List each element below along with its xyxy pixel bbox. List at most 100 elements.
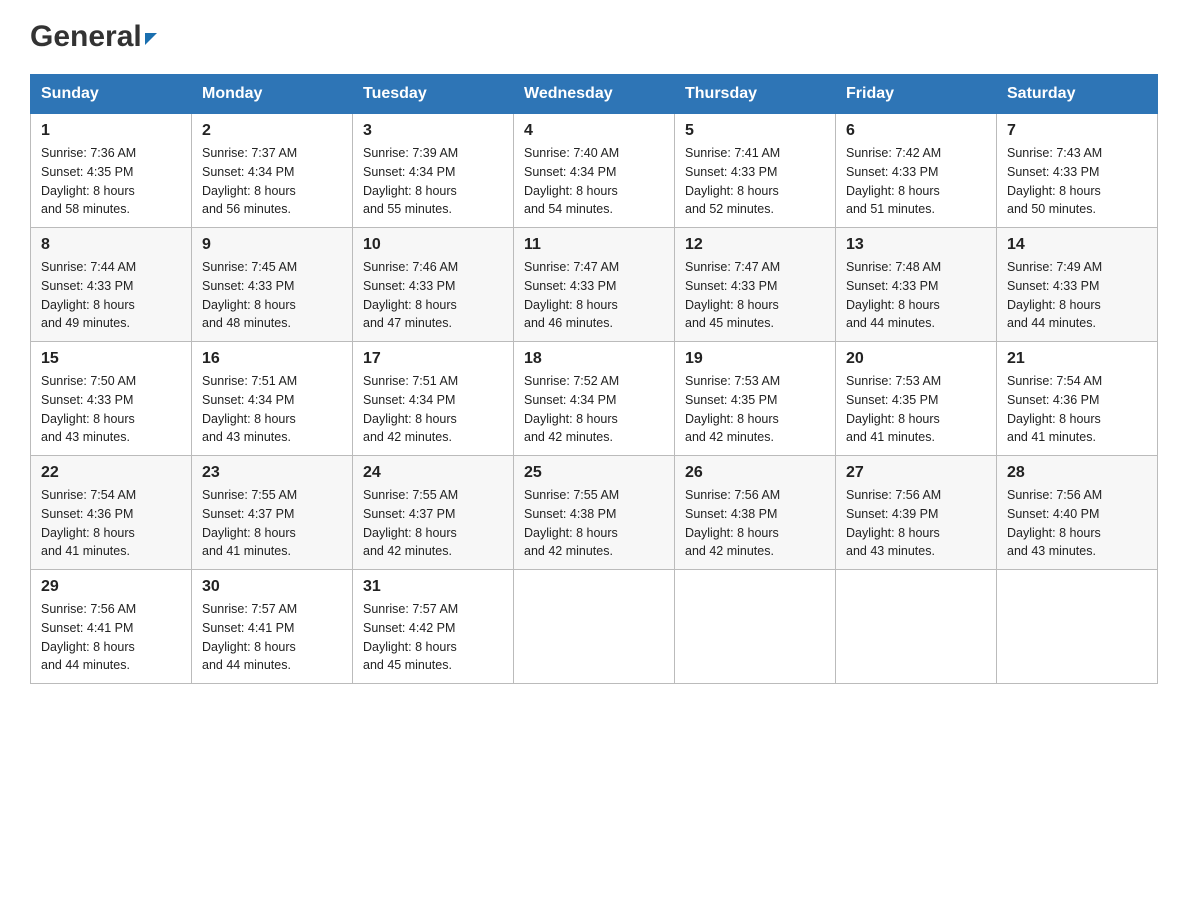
day-info: Sunrise: 7:56 AM Sunset: 4:41 PM Dayligh… [41,600,181,675]
calendar-cell: 12 Sunrise: 7:47 AM Sunset: 4:33 PM Dayl… [675,228,836,342]
calendar-cell: 17 Sunrise: 7:51 AM Sunset: 4:34 PM Dayl… [353,342,514,456]
day-number: 27 [846,464,986,482]
calendar-cell: 11 Sunrise: 7:47 AM Sunset: 4:33 PM Dayl… [514,228,675,342]
day-number: 31 [363,578,503,596]
calendar-cell: 23 Sunrise: 7:55 AM Sunset: 4:37 PM Dayl… [192,456,353,570]
week-row-5: 29 Sunrise: 7:56 AM Sunset: 4:41 PM Dayl… [31,570,1158,684]
day-number: 8 [41,236,181,254]
col-header-wednesday: Wednesday [514,75,675,114]
day-number: 26 [685,464,825,482]
week-row-2: 8 Sunrise: 7:44 AM Sunset: 4:33 PM Dayli… [31,228,1158,342]
calendar-cell: 20 Sunrise: 7:53 AM Sunset: 4:35 PM Dayl… [836,342,997,456]
day-info: Sunrise: 7:47 AM Sunset: 4:33 PM Dayligh… [685,258,825,333]
calendar-cell: 15 Sunrise: 7:50 AM Sunset: 4:33 PM Dayl… [31,342,192,456]
col-header-friday: Friday [836,75,997,114]
day-info: Sunrise: 7:40 AM Sunset: 4:34 PM Dayligh… [524,144,664,219]
logo-triangle-icon [145,33,157,45]
day-info: Sunrise: 7:56 AM Sunset: 4:40 PM Dayligh… [1007,486,1147,561]
col-header-saturday: Saturday [997,75,1158,114]
calendar-cell [836,570,997,684]
calendar-cell: 7 Sunrise: 7:43 AM Sunset: 4:33 PM Dayli… [997,114,1158,228]
day-number: 6 [846,122,986,140]
calendar-cell [997,570,1158,684]
day-info: Sunrise: 7:53 AM Sunset: 4:35 PM Dayligh… [846,372,986,447]
day-number: 9 [202,236,342,254]
calendar-cell: 13 Sunrise: 7:48 AM Sunset: 4:33 PM Dayl… [836,228,997,342]
day-info: Sunrise: 7:52 AM Sunset: 4:34 PM Dayligh… [524,372,664,447]
day-number: 3 [363,122,503,140]
calendar-cell: 21 Sunrise: 7:54 AM Sunset: 4:36 PM Dayl… [997,342,1158,456]
day-info: Sunrise: 7:51 AM Sunset: 4:34 PM Dayligh… [202,372,342,447]
day-info: Sunrise: 7:44 AM Sunset: 4:33 PM Dayligh… [41,258,181,333]
day-number: 19 [685,350,825,368]
day-number: 20 [846,350,986,368]
day-number: 24 [363,464,503,482]
day-info: Sunrise: 7:54 AM Sunset: 4:36 PM Dayligh… [1007,372,1147,447]
calendar-cell: 10 Sunrise: 7:46 AM Sunset: 4:33 PM Dayl… [353,228,514,342]
day-number: 5 [685,122,825,140]
week-row-3: 15 Sunrise: 7:50 AM Sunset: 4:33 PM Dayl… [31,342,1158,456]
calendar-cell: 5 Sunrise: 7:41 AM Sunset: 4:33 PM Dayli… [675,114,836,228]
day-info: Sunrise: 7:42 AM Sunset: 4:33 PM Dayligh… [846,144,986,219]
day-number: 17 [363,350,503,368]
day-number: 15 [41,350,181,368]
day-info: Sunrise: 7:37 AM Sunset: 4:34 PM Dayligh… [202,144,342,219]
day-number: 22 [41,464,181,482]
calendar-cell [675,570,836,684]
week-row-1: 1 Sunrise: 7:36 AM Sunset: 4:35 PM Dayli… [31,114,1158,228]
week-row-4: 22 Sunrise: 7:54 AM Sunset: 4:36 PM Dayl… [31,456,1158,570]
calendar-cell: 1 Sunrise: 7:36 AM Sunset: 4:35 PM Dayli… [31,114,192,228]
day-info: Sunrise: 7:54 AM Sunset: 4:36 PM Dayligh… [41,486,181,561]
calendar-cell: 14 Sunrise: 7:49 AM Sunset: 4:33 PM Dayl… [997,228,1158,342]
day-number: 16 [202,350,342,368]
calendar-cell: 29 Sunrise: 7:56 AM Sunset: 4:41 PM Dayl… [31,570,192,684]
logo-general-text: General [30,20,142,54]
day-info: Sunrise: 7:51 AM Sunset: 4:34 PM Dayligh… [363,372,503,447]
calendar-cell: 26 Sunrise: 7:56 AM Sunset: 4:38 PM Dayl… [675,456,836,570]
calendar-cell: 27 Sunrise: 7:56 AM Sunset: 4:39 PM Dayl… [836,456,997,570]
day-info: Sunrise: 7:55 AM Sunset: 4:38 PM Dayligh… [524,486,664,561]
day-number: 1 [41,122,181,140]
day-number: 11 [524,236,664,254]
day-info: Sunrise: 7:55 AM Sunset: 4:37 PM Dayligh… [363,486,503,561]
calendar-cell: 31 Sunrise: 7:57 AM Sunset: 4:42 PM Dayl… [353,570,514,684]
col-header-monday: Monday [192,75,353,114]
col-header-sunday: Sunday [31,75,192,114]
day-info: Sunrise: 7:53 AM Sunset: 4:35 PM Dayligh… [685,372,825,447]
page-header: General [30,20,1158,54]
day-info: Sunrise: 7:45 AM Sunset: 4:33 PM Dayligh… [202,258,342,333]
calendar-table: SundayMondayTuesdayWednesdayThursdayFrid… [30,74,1158,684]
day-number: 25 [524,464,664,482]
calendar-cell: 4 Sunrise: 7:40 AM Sunset: 4:34 PM Dayli… [514,114,675,228]
day-info: Sunrise: 7:56 AM Sunset: 4:38 PM Dayligh… [685,486,825,561]
day-number: 23 [202,464,342,482]
col-header-tuesday: Tuesday [353,75,514,114]
logo: General [30,20,157,54]
calendar-cell: 24 Sunrise: 7:55 AM Sunset: 4:37 PM Dayl… [353,456,514,570]
col-header-thursday: Thursday [675,75,836,114]
logo-text: General [30,20,157,54]
calendar-header-row: SundayMondayTuesdayWednesdayThursdayFrid… [31,75,1158,114]
day-number: 7 [1007,122,1147,140]
calendar-cell: 18 Sunrise: 7:52 AM Sunset: 4:34 PM Dayl… [514,342,675,456]
calendar-cell: 9 Sunrise: 7:45 AM Sunset: 4:33 PM Dayli… [192,228,353,342]
calendar-cell: 16 Sunrise: 7:51 AM Sunset: 4:34 PM Dayl… [192,342,353,456]
day-info: Sunrise: 7:57 AM Sunset: 4:41 PM Dayligh… [202,600,342,675]
day-info: Sunrise: 7:41 AM Sunset: 4:33 PM Dayligh… [685,144,825,219]
day-info: Sunrise: 7:39 AM Sunset: 4:34 PM Dayligh… [363,144,503,219]
day-info: Sunrise: 7:50 AM Sunset: 4:33 PM Dayligh… [41,372,181,447]
day-info: Sunrise: 7:47 AM Sunset: 4:33 PM Dayligh… [524,258,664,333]
calendar-cell: 30 Sunrise: 7:57 AM Sunset: 4:41 PM Dayl… [192,570,353,684]
calendar-cell: 2 Sunrise: 7:37 AM Sunset: 4:34 PM Dayli… [192,114,353,228]
calendar-cell: 25 Sunrise: 7:55 AM Sunset: 4:38 PM Dayl… [514,456,675,570]
calendar-cell: 8 Sunrise: 7:44 AM Sunset: 4:33 PM Dayli… [31,228,192,342]
calendar-cell: 28 Sunrise: 7:56 AM Sunset: 4:40 PM Dayl… [997,456,1158,570]
calendar-cell: 22 Sunrise: 7:54 AM Sunset: 4:36 PM Dayl… [31,456,192,570]
day-info: Sunrise: 7:49 AM Sunset: 4:33 PM Dayligh… [1007,258,1147,333]
calendar-cell: 19 Sunrise: 7:53 AM Sunset: 4:35 PM Dayl… [675,342,836,456]
day-number: 18 [524,350,664,368]
day-number: 14 [1007,236,1147,254]
day-info: Sunrise: 7:57 AM Sunset: 4:42 PM Dayligh… [363,600,503,675]
calendar-cell: 6 Sunrise: 7:42 AM Sunset: 4:33 PM Dayli… [836,114,997,228]
day-number: 2 [202,122,342,140]
